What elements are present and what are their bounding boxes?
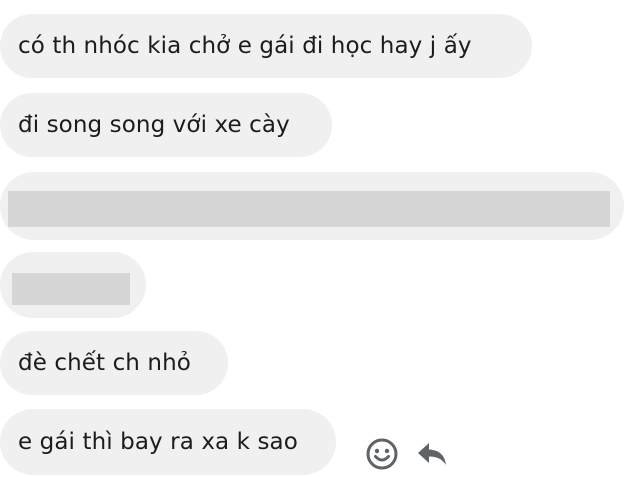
message-bubble-4-redacted[interactable] [0, 252, 146, 318]
redaction-block [12, 273, 130, 305]
message-bubble-1[interactable]: có th nhóc kia chở e gái đi học hay j ấy [0, 14, 532, 78]
message-text-2: đi song song với xe cày [18, 112, 290, 138]
message-bubble-6[interactable]: e gái thì bay ra xa k sao [0, 409, 336, 475]
message-text-5: đè chết ch nhỏ [18, 350, 191, 376]
redaction-block [8, 191, 610, 227]
message-text-1: có th nhóc kia chở e gái đi học hay j ấy [18, 33, 472, 59]
reply-button[interactable] [414, 436, 450, 472]
message-actions [364, 436, 450, 472]
reply-arrow-icon [418, 443, 446, 465]
message-bubble-5[interactable]: đè chết ch nhỏ [0, 331, 228, 395]
react-button[interactable] [364, 436, 400, 472]
message-bubble-3-redacted[interactable] [0, 172, 624, 240]
smiley-face-icon [366, 438, 398, 470]
message-text-6: e gái thì bay ra xa k sao [18, 429, 298, 455]
message-bubble-2[interactable]: đi song song với xe cày [0, 93, 332, 157]
